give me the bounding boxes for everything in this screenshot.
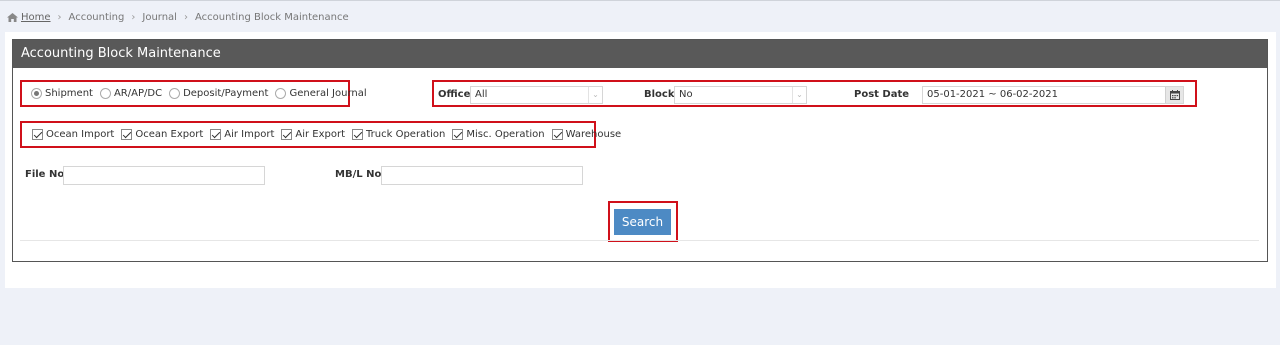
chevron-down-icon: ⌄ <box>792 87 806 103</box>
breadcrumb-accounting[interactable]: Accounting <box>69 12 125 23</box>
check-ocean-export[interactable]: Ocean Export <box>121 129 203 140</box>
radio-general-journal[interactable]: General Journal <box>275 88 367 99</box>
breadcrumb-journal[interactable]: Journal <box>142 12 177 23</box>
check-ocean-import[interactable]: Ocean Import <box>32 129 114 140</box>
home-icon <box>7 12 18 22</box>
checkbox-label: Misc. Operation <box>466 129 545 140</box>
checkbox[interactable] <box>32 129 43 140</box>
radio-label: Deposit/Payment <box>183 88 269 99</box>
office-label: Office <box>438 89 471 100</box>
radio-button[interactable] <box>169 88 181 99</box>
breadcrumb-home-link[interactable]: Home <box>21 12 51 23</box>
file-no-input[interactable] <box>63 166 265 185</box>
post-date-value: 05-01-2021 ~ 06-02-2021 <box>927 89 1058 100</box>
search-button[interactable]: Search <box>614 209 671 235</box>
breadcrumb: Home › Accounting › Journal › Accounting… <box>7 10 349 24</box>
breadcrumb-current: Accounting Block Maintenance <box>194 11 349 23</box>
checkbox-label: Truck Operation <box>366 129 446 140</box>
checkbox[interactable] <box>352 129 364 140</box>
breadcrumb-separator: › <box>57 11 62 23</box>
office-value: All <box>475 89 488 100</box>
check-warehouse[interactable]: Warehouse <box>551 129 622 140</box>
chevron-down-icon: ⌄ <box>588 87 602 103</box>
journal-type-radio-group: Shipment AR/AP/DC Deposit/Payment Genera… <box>20 80 367 107</box>
radio-label: AR/AP/DC <box>113 88 163 99</box>
checkbox-label: Air Import <box>224 129 275 140</box>
post-date-label: Post Date <box>854 89 910 100</box>
checkbox-label: Warehouse <box>565 129 622 140</box>
top-border <box>0 0 1280 1</box>
block-label: Block <box>644 89 675 100</box>
operation-checkbox-group: Ocean Import Ocean Export Air Import Air… <box>20 121 621 148</box>
calendar-icon <box>1169 90 1180 100</box>
check-air-import[interactable]: Air Import <box>210 129 274 140</box>
checkbox[interactable] <box>121 129 133 140</box>
breadcrumb-separator: › <box>183 11 188 23</box>
breadcrumb-separator: › <box>131 11 136 23</box>
radio-shipment[interactable]: Shipment <box>31 88 93 99</box>
checkbox[interactable] <box>452 129 464 140</box>
check-misc-operation[interactable]: Misc. Operation <box>452 129 545 140</box>
checkbox[interactable] <box>210 129 222 140</box>
checkbox-label: Ocean Import <box>46 129 115 140</box>
file-no-label: File No. <box>25 169 68 180</box>
checkbox[interactable] <box>551 129 563 140</box>
panel-divider <box>20 240 1259 241</box>
radio-deposit-payment[interactable]: Deposit/Payment <box>169 88 268 99</box>
post-date-input[interactable]: 05-01-2021 ~ 06-02-2021 <box>922 86 1184 104</box>
filter-group: Office All ⌄ Block No ⌄ Post Date 05-01-… <box>432 80 1197 107</box>
radio-label: General Journal <box>289 88 367 99</box>
checkbox-label: Air Export <box>295 129 346 140</box>
check-air-export[interactable]: Air Export <box>281 129 345 140</box>
calendar-button[interactable] <box>1165 87 1183 103</box>
checkbox-label: Ocean Export <box>135 129 204 140</box>
radio-button[interactable] <box>31 88 42 99</box>
radio-button[interactable] <box>275 88 287 99</box>
checkbox[interactable] <box>281 129 293 140</box>
panel-title: Accounting Block Maintenance <box>13 40 1267 68</box>
block-select[interactable]: No ⌄ <box>674 86 807 104</box>
mbl-no-input[interactable] <box>381 166 583 185</box>
radio-label: Shipment <box>45 88 93 99</box>
radio-button[interactable] <box>99 88 111 99</box>
check-truck-operation[interactable]: Truck Operation <box>352 129 445 140</box>
block-value: No <box>679 89 693 100</box>
radio-arapdc[interactable]: AR/AP/DC <box>99 88 163 99</box>
mbl-no-label: MB/L No. <box>335 169 386 180</box>
office-select[interactable]: All ⌄ <box>470 86 603 104</box>
